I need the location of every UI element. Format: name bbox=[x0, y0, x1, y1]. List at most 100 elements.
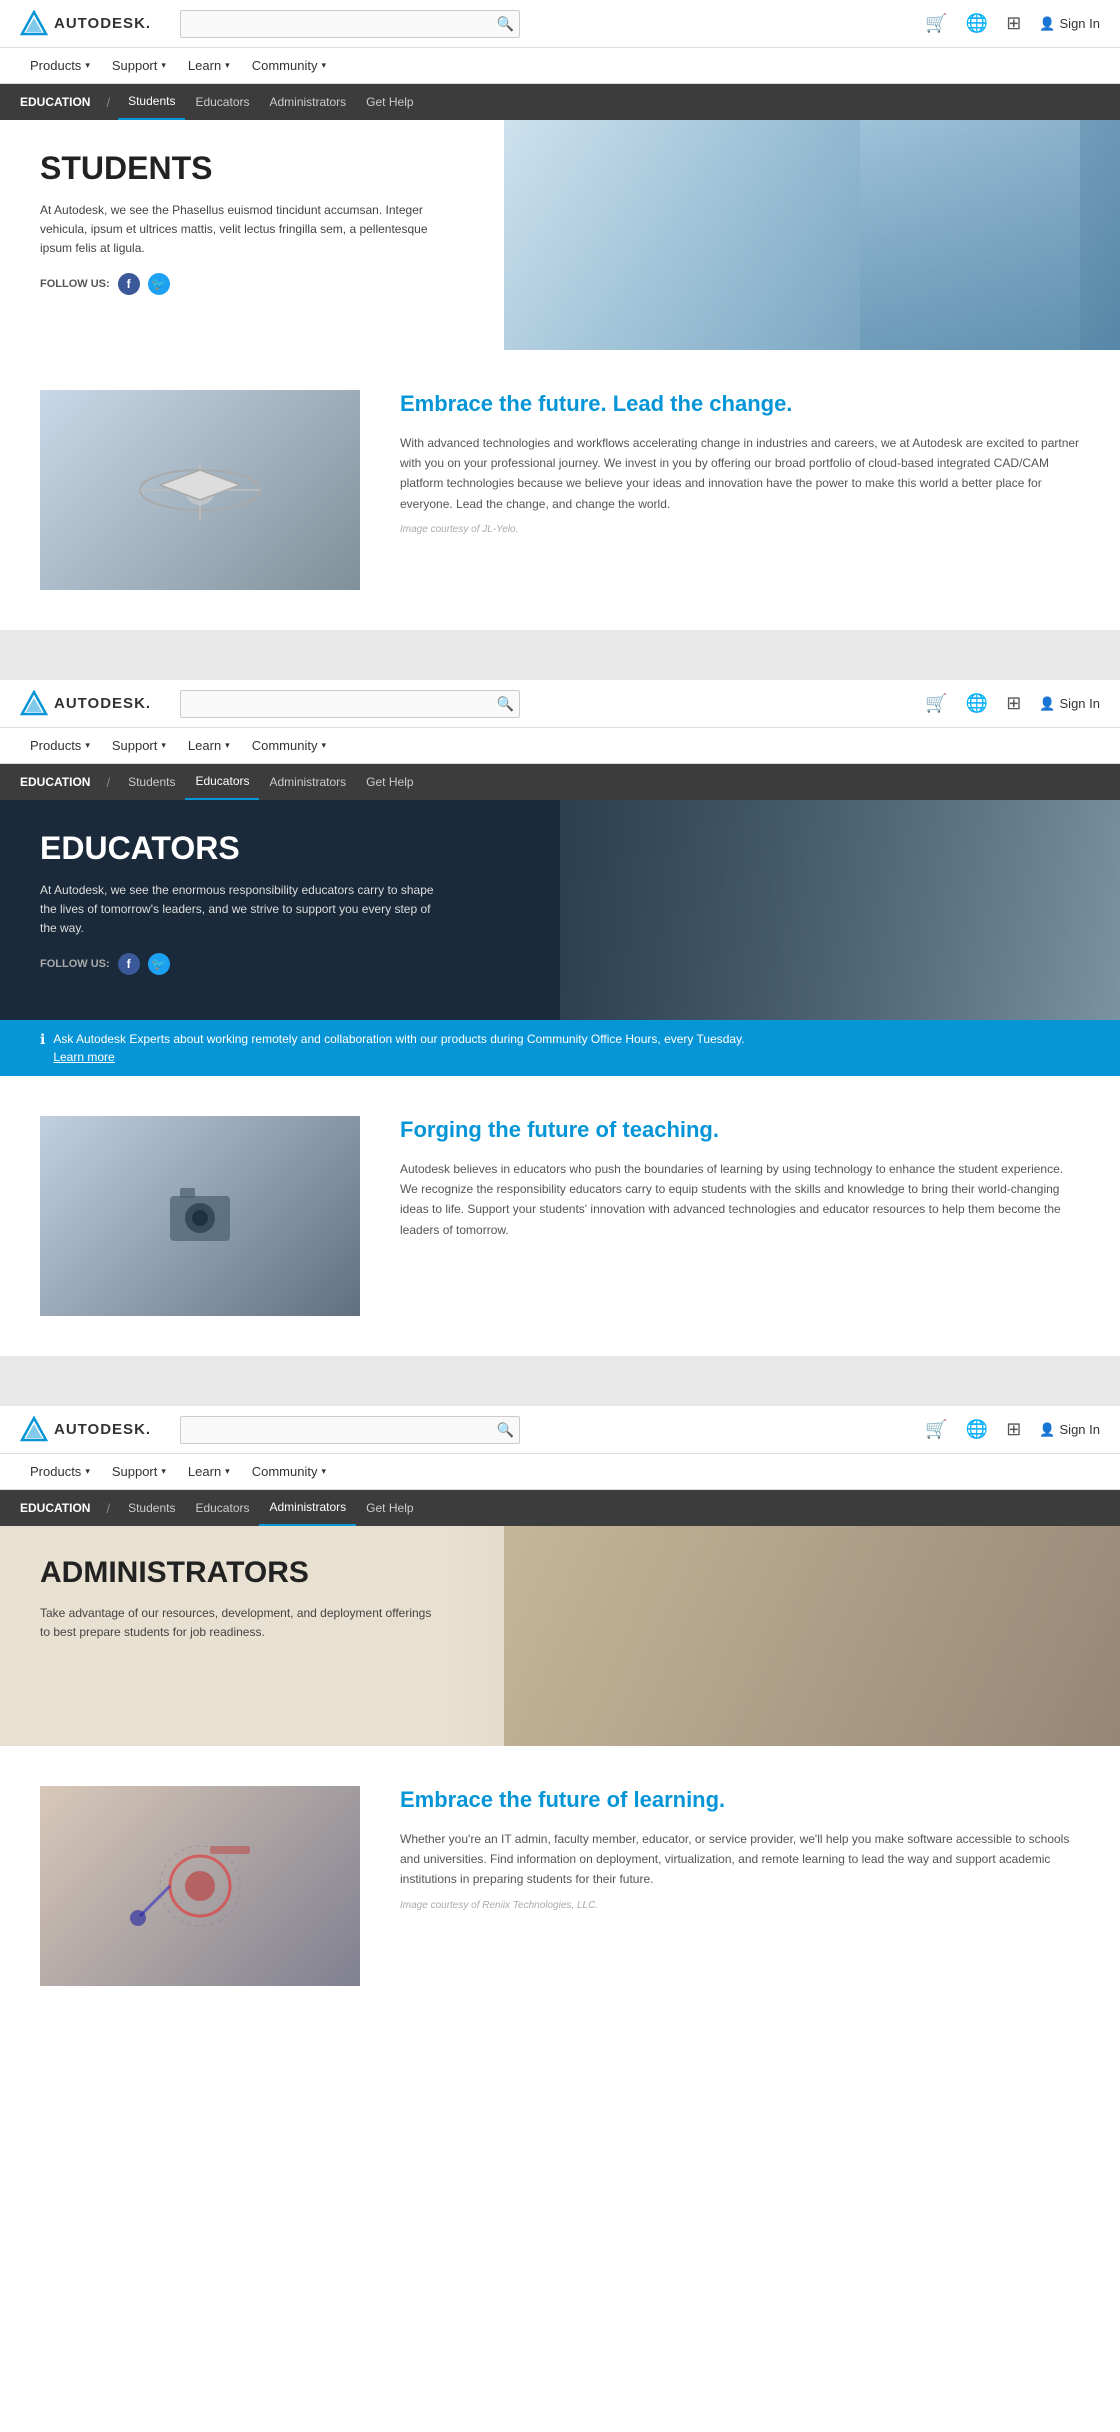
twitter-icon-2[interactable]: 🐦 bbox=[148, 953, 170, 975]
edu-link-gethelp[interactable]: Get Help bbox=[356, 84, 423, 120]
globe-icon-3[interactable]: 🌐 bbox=[966, 1419, 988, 1440]
grid-icon-2[interactable]: ⊞ bbox=[1006, 693, 1021, 714]
support-arrow-3: ▾ bbox=[161, 1466, 166, 1477]
alert-text: Ask Autodesk Experts about working remot… bbox=[53, 1030, 744, 1066]
admins-feature-title: Embrace the future of learning. bbox=[400, 1786, 1080, 1815]
nav-support[interactable]: Support ▾ bbox=[102, 48, 176, 84]
hero-admins: ADMINISTRATORS Take advantage of our res… bbox=[0, 1526, 1120, 1746]
grid-icon[interactable]: ⊞ bbox=[1006, 13, 1021, 34]
hero-students: STUDENTS At Autodesk, we see the Phasell… bbox=[0, 120, 1120, 350]
autodesk-logo-icon-3 bbox=[20, 1416, 48, 1444]
admins-feature-credit: Image courtesy of Reniix Technologies, L… bbox=[400, 1900, 1080, 1911]
site-header-admins: AUTODESK. 🔍 🛒 🌐 ⊞ 👤 Sign In bbox=[0, 1406, 1120, 1454]
sign-in-button[interactable]: 👤 Sign In bbox=[1039, 16, 1100, 32]
sign-in-button-2[interactable]: 👤 Sign In bbox=[1039, 696, 1100, 712]
edu-title-2: EDUCATION bbox=[20, 775, 98, 789]
globe-icon[interactable]: 🌐 bbox=[966, 13, 988, 34]
gray-separator-2 bbox=[0, 1356, 1120, 1406]
community-arrow-2: ▾ bbox=[321, 740, 326, 751]
educators-follow-us: FOLLOW US: f 🐦 bbox=[40, 953, 440, 975]
students-feature-title: Embrace the future. Lead the change. bbox=[400, 390, 1080, 419]
search-submit-button-2[interactable]: 🔍 bbox=[497, 695, 514, 712]
nav-products[interactable]: Products ▾ bbox=[20, 48, 100, 84]
facebook-icon[interactable]: f bbox=[118, 273, 140, 295]
nav-community-3[interactable]: Community ▾ bbox=[242, 1454, 336, 1490]
drone-svg bbox=[120, 440, 280, 540]
learn-arrow: ▾ bbox=[225, 60, 230, 71]
gray-separator-1 bbox=[0, 630, 1120, 680]
header-icons-3: 🛒 🌐 ⊞ 👤 Sign In bbox=[925, 1419, 1100, 1440]
nav-support-2[interactable]: Support ▾ bbox=[102, 728, 176, 764]
hero-admins-content: ADMINISTRATORS Take advantage of our res… bbox=[40, 1556, 440, 1642]
nav-products-2[interactable]: Products ▾ bbox=[20, 728, 100, 764]
edu-breadcrumb-educators: EDUCATION / Students Educators Administr… bbox=[0, 764, 1120, 800]
cart-icon-2[interactable]: 🛒 bbox=[925, 693, 947, 714]
alert-icon: ℹ bbox=[40, 1031, 45, 1048]
logo-area-2: AUTODESK. bbox=[20, 690, 180, 718]
facebook-icon-2[interactable]: f bbox=[118, 953, 140, 975]
educators-desc: At Autodesk, we see the enormous respons… bbox=[40, 881, 440, 939]
students-feature-text: Embrace the future. Lead the change. Wit… bbox=[360, 390, 1080, 535]
products-arrow-2: ▾ bbox=[85, 740, 90, 751]
twitter-icon[interactable]: 🐦 bbox=[148, 273, 170, 295]
edu-breadcrumb-admins: EDUCATION / Students Educators Administr… bbox=[0, 1490, 1120, 1526]
sign-in-button-3[interactable]: 👤 Sign In bbox=[1039, 1422, 1100, 1438]
nav-community-2[interactable]: Community ▾ bbox=[242, 728, 336, 764]
edu-link-students-2[interactable]: Students bbox=[118, 764, 185, 800]
edu-link-educators[interactable]: Educators bbox=[185, 84, 259, 120]
edu-title: EDUCATION bbox=[20, 95, 98, 109]
alert-bar: ℹ Ask Autodesk Experts about working rem… bbox=[0, 1020, 1120, 1076]
nav-support-3[interactable]: Support ▾ bbox=[102, 1454, 176, 1490]
grid-icon-3[interactable]: ⊞ bbox=[1006, 1419, 1021, 1440]
edu-link-students[interactable]: Students bbox=[118, 84, 185, 120]
edu-link-gethelp-3[interactable]: Get Help bbox=[356, 1490, 423, 1526]
search-input-2[interactable] bbox=[180, 690, 520, 718]
nav-learn[interactable]: Learn ▾ bbox=[178, 48, 240, 84]
primary-nav-students: Products ▾ Support ▾ Learn ▾ Community ▾ bbox=[0, 48, 1120, 84]
header-icons: 🛒 🌐 ⊞ 👤 Sign In bbox=[925, 13, 1100, 34]
edu-breadcrumb-students: EDUCATION / Students Educators Administr… bbox=[0, 84, 1120, 120]
search-input-3[interactable] bbox=[180, 1416, 520, 1444]
hero-overlay bbox=[560, 800, 1120, 1020]
search-submit-button[interactable]: 🔍 bbox=[497, 15, 514, 32]
educators-title: EDUCATORS bbox=[40, 830, 440, 867]
edu-link-educators-3[interactable]: Educators bbox=[185, 1490, 259, 1526]
edu-link-administrators[interactable]: Administrators bbox=[259, 84, 356, 120]
edu-link-educators-2[interactable]: Educators bbox=[185, 764, 259, 800]
logo-area-3: AUTODESK. bbox=[20, 1416, 180, 1444]
nav-learn-2[interactable]: Learn ▾ bbox=[178, 728, 240, 764]
search-submit-button-3[interactable]: 🔍 bbox=[497, 1421, 514, 1438]
primary-nav-educators: Products ▾ Support ▾ Learn ▾ Community ▾ bbox=[0, 728, 1120, 764]
products-arrow: ▾ bbox=[85, 60, 90, 71]
search-wrap-3: 🔍 bbox=[180, 1416, 520, 1444]
community-arrow-3: ▾ bbox=[321, 1466, 326, 1477]
hero-admins-img-inner bbox=[504, 1526, 1120, 1746]
site-header-educators: AUTODESK. 🔍 🛒 🌐 ⊞ 👤 Sign In bbox=[0, 680, 1120, 728]
person-icon: 👤 bbox=[1039, 16, 1055, 32]
cart-icon-3[interactable]: 🛒 bbox=[925, 1419, 947, 1440]
logo-text: AUTODESK. bbox=[54, 15, 151, 32]
admins-feature-text: Embrace the future of learning. Whether … bbox=[360, 1786, 1080, 1911]
search-input[interactable] bbox=[180, 10, 520, 38]
nav-community[interactable]: Community ▾ bbox=[242, 48, 336, 84]
edu-link-students-3[interactable]: Students bbox=[118, 1490, 185, 1526]
primary-nav-admins: Products ▾ Support ▾ Learn ▾ Community ▾ bbox=[0, 1454, 1120, 1490]
admins-feature-image bbox=[40, 1786, 360, 1986]
nav-products-3[interactable]: Products ▾ bbox=[20, 1454, 100, 1490]
cart-icon[interactable]: 🛒 bbox=[925, 13, 947, 34]
edu-link-gethelp-2[interactable]: Get Help bbox=[356, 764, 423, 800]
alert-learn-more[interactable]: Learn more bbox=[53, 1050, 114, 1064]
educators-feature-desc: Autodesk believes in educators who push … bbox=[400, 1159, 1080, 1241]
nav-learn-3[interactable]: Learn ▾ bbox=[178, 1454, 240, 1490]
follow-us-label: FOLLOW US: bbox=[40, 278, 110, 290]
sign-in-label-2: Sign In bbox=[1060, 696, 1100, 711]
students-desc: At Autodesk, we see the Phasellus euismo… bbox=[40, 201, 440, 259]
hero-students-image bbox=[504, 120, 1120, 350]
edu-link-administrators-3[interactable]: Administrators bbox=[259, 1490, 356, 1526]
logo-text-2: AUTODESK. bbox=[54, 695, 151, 712]
hero-admins-image bbox=[504, 1526, 1120, 1746]
community-arrow: ▾ bbox=[321, 60, 326, 71]
search-wrap-2: 🔍 bbox=[180, 690, 520, 718]
edu-link-administrators-2[interactable]: Administrators bbox=[259, 764, 356, 800]
globe-icon-2[interactable]: 🌐 bbox=[966, 693, 988, 714]
